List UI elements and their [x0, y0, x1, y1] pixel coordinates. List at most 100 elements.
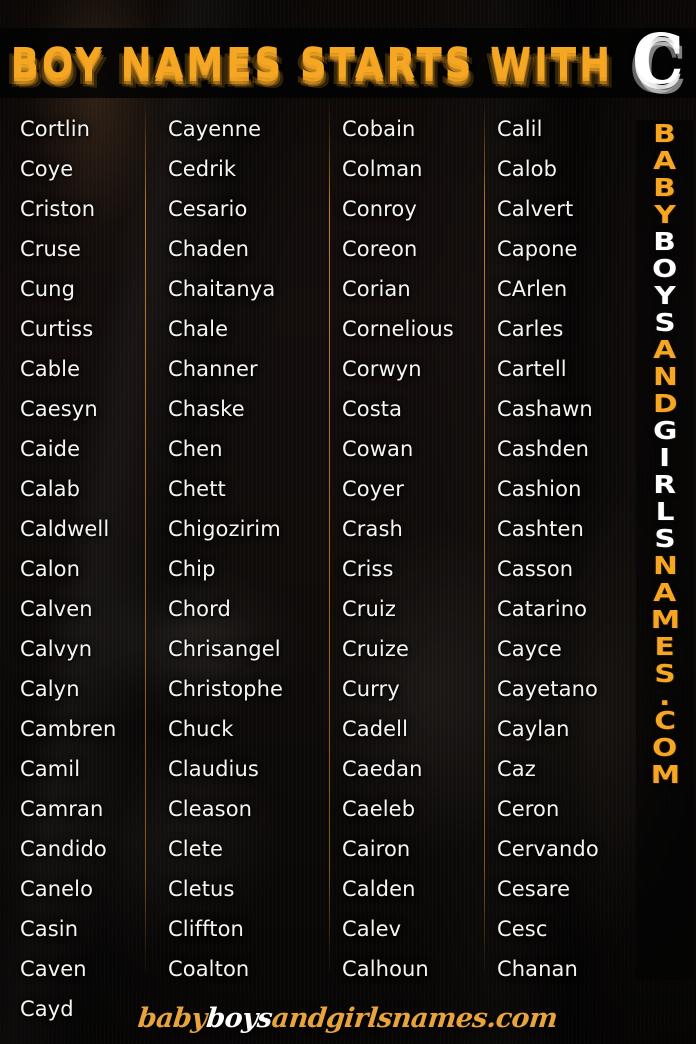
name-item: Calhoun — [342, 957, 429, 981]
name-item: Chigozirim — [168, 517, 281, 541]
name-item: Cadell — [342, 717, 409, 741]
name-item: Chale — [168, 317, 229, 341]
brand-letter: O — [652, 733, 678, 762]
name-item: Cobain — [342, 117, 416, 141]
name-column-1: Cortlin Coye Criston Cruse Cung Curtiss Cable C… — [0, 102, 146, 1021]
name-item: Caesyn — [20, 397, 98, 421]
name-item: Chrisangel — [168, 637, 281, 661]
page-title: BOY NAMES STARTS WITH — [10, 38, 614, 88]
name-item: Crash — [342, 517, 403, 541]
name-item: Cartell — [497, 357, 567, 381]
brand-letter: D — [652, 389, 678, 418]
brand-letter: N — [652, 362, 678, 391]
brand-letter: I — [659, 443, 671, 472]
name-item: Cruize — [342, 637, 409, 661]
name-item: Colman — [342, 157, 423, 181]
name-item: Caven — [20, 957, 87, 981]
name-item: Calvyn — [20, 637, 93, 661]
brand-letter: B — [653, 227, 677, 256]
brand-letter: A — [653, 578, 677, 607]
watermark-part: baby — [136, 1002, 209, 1034]
title-letter-icon: C — [632, 20, 684, 101]
name-item: Cortlin — [20, 117, 91, 141]
name-item: Caylan — [497, 717, 570, 741]
page-header: BOY NAMES STARTS WITH C — [0, 20, 696, 101]
name-item: Cashten — [497, 517, 584, 541]
name-item: Calob — [497, 157, 558, 181]
name-item: Chett — [168, 477, 226, 501]
name-item: Cable — [20, 357, 81, 381]
name-item: Curry — [342, 677, 400, 701]
name-item: Curtiss — [20, 317, 94, 341]
name-item: Ceron — [497, 797, 560, 821]
brand-letter: Y — [654, 281, 676, 310]
brand-letter: M — [650, 760, 680, 789]
name-item: Caide — [20, 437, 81, 461]
name-item: Calyn — [20, 677, 80, 701]
name-item: Cowan — [342, 437, 414, 461]
name-item: Candido — [20, 837, 107, 861]
name-item: Cambren — [20, 717, 117, 741]
name-item: Criston — [20, 197, 96, 221]
name-item: Coreon — [342, 237, 418, 261]
name-item: Coyer — [342, 477, 404, 501]
name-item: Chord — [168, 597, 231, 621]
brand-letter: B — [653, 119, 677, 148]
brand-letter: O — [652, 254, 678, 283]
name-item: Cleason — [168, 797, 253, 821]
name-item: Caedan — [342, 757, 423, 781]
name-item: Casson — [497, 557, 574, 581]
name-item: Costa — [342, 397, 403, 421]
name-item: Caz — [497, 757, 536, 781]
brand-letter: N — [652, 551, 678, 580]
name-item: Cedrik — [168, 157, 237, 181]
name-columns-container: Cortlin Coye Criston Cruse Cung Curtiss Cable C… — [0, 102, 696, 1021]
name-item: Cashawn — [497, 397, 593, 421]
name-item: Corwyn — [342, 357, 422, 381]
name-item: Coalton — [168, 957, 250, 981]
name-item: Casin — [20, 917, 79, 941]
brand-letter: M — [650, 605, 680, 634]
name-item: Chaske — [168, 397, 245, 421]
watermark-part: andgirlsnames.com — [270, 1002, 560, 1034]
name-item: Cruse — [20, 237, 81, 261]
brand-letter: A — [653, 146, 677, 175]
brand-letter: R — [653, 470, 677, 499]
name-item: Cairon — [342, 837, 411, 861]
name-item: CArlen — [497, 277, 568, 301]
brand-letter: S — [654, 308, 676, 337]
name-item: Cayce — [497, 637, 562, 661]
watermark-part: boys — [205, 1002, 275, 1034]
name-item: Calil — [497, 117, 543, 141]
name-item: Calon — [20, 557, 81, 581]
name-item: Cornelious — [342, 317, 454, 341]
name-item: Caeleb — [342, 797, 416, 821]
name-item: Calden — [342, 877, 416, 901]
name-item: Carles — [497, 317, 564, 341]
name-item: Calab — [20, 477, 81, 501]
name-item: Calev — [342, 917, 402, 941]
brand-letter: G — [652, 416, 678, 445]
name-item: Chuck — [168, 717, 234, 741]
name-item: Coye — [20, 157, 74, 181]
name-item: Camil — [20, 757, 81, 781]
name-item: Criss — [342, 557, 394, 581]
name-item: Caldwell — [20, 517, 110, 541]
name-column-2: Cayenne Cedrik Cesario Chaden Chaitanya Chale… — [146, 102, 330, 994]
site-watermark: babyboysandgirlsnames.com — [137, 1003, 559, 1034]
name-item: Chaitanya — [168, 277, 276, 301]
name-column-3: Cobain Colman Conroy Coreon Corian Cornelious… — [330, 102, 485, 994]
name-item: Chaden — [168, 237, 250, 261]
name-item: Cesario — [168, 197, 248, 221]
name-item: Cayetano — [497, 677, 598, 701]
name-item: Capone — [497, 237, 578, 261]
footer: babyboysandgirlsnames.com — [0, 998, 696, 1038]
name-item: Cashion — [497, 477, 582, 501]
brand-letter: S — [654, 524, 676, 553]
name-item: Claudius — [168, 757, 259, 781]
name-item: Chen — [168, 437, 223, 461]
name-item: Cliffton — [168, 917, 244, 941]
name-item: Calvert — [497, 197, 574, 221]
name-item: Cung — [20, 277, 76, 301]
name-item: Cletus — [168, 877, 235, 901]
